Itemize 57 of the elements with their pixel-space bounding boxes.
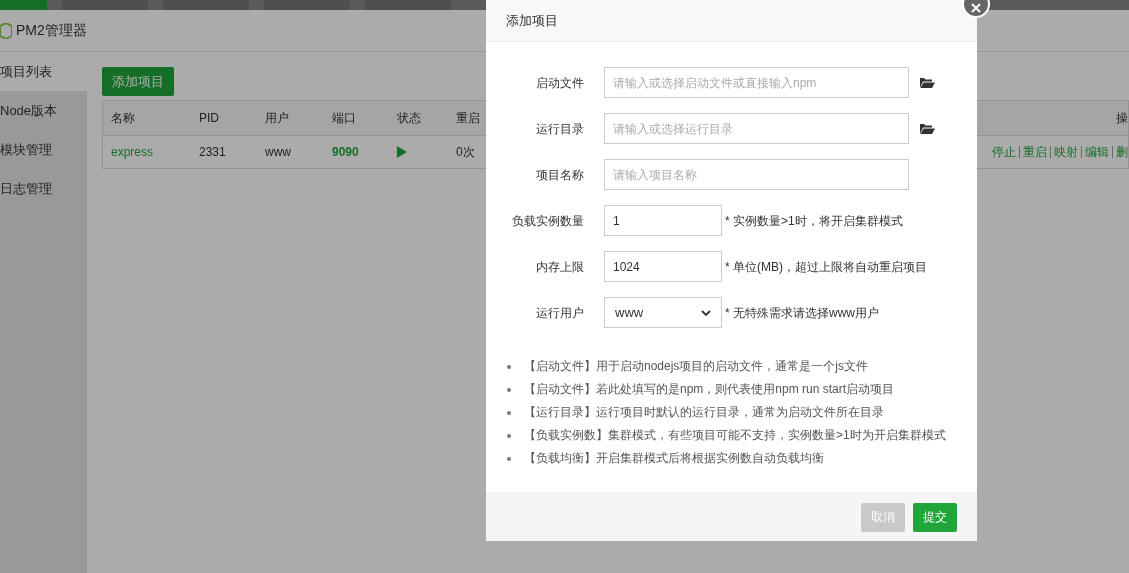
note-text: 【启动文件】用于启动nodejs项目的启动文件，通常是一个js文件	[524, 358, 869, 375]
input-field[interactable]: 请输入或选择运行目录	[604, 113, 909, 144]
field-hint: * 无特殊需求请选择www用户	[725, 304, 879, 322]
field-hint: * 单位(MB)，超过上限将自动重启项目	[725, 258, 927, 276]
tab-stub[interactable]	[62, 0, 148, 10]
folder-icon[interactable]	[919, 76, 935, 89]
submit-button[interactable]: 提交	[913, 502, 957, 532]
field-label: 启动文件	[535, 74, 584, 92]
add-project-button[interactable]: 添加项目	[102, 67, 174, 96]
column-header: PID	[199, 110, 220, 127]
column-header: 名称	[111, 110, 136, 127]
dialog-title: 添加项目	[506, 11, 558, 30]
user-select[interactable]: www	[604, 297, 722, 328]
note-text: 【运行目录】运行项目时默认的运行目录，通常为启动文件所在目录	[524, 404, 884, 421]
input-field[interactable]: 请输入项目名称	[604, 159, 909, 190]
tab-stub[interactable]	[0, 0, 47, 10]
app-title: PM2管理器	[16, 21, 87, 40]
column-header: 重启	[456, 110, 481, 127]
column-header: 操	[1116, 110, 1128, 127]
input-field[interactable]: 1	[604, 205, 722, 236]
field-label: 运行用户	[535, 304, 584, 322]
column-header: 用户	[265, 110, 290, 127]
bullet-icon	[507, 387, 511, 392]
table-cell-text: 0次	[456, 144, 476, 161]
bullet-icon	[507, 433, 511, 438]
folder-icon[interactable]	[919, 122, 935, 135]
column-header: 端口	[332, 110, 357, 127]
close-icon	[971, 3, 981, 13]
field-label: 运行目录	[535, 120, 584, 138]
bullet-icon	[507, 456, 511, 461]
field-label: 负载实例数量	[511, 212, 584, 230]
hexagon-logo-icon	[0, 22, 12, 39]
column-header: 状态	[397, 110, 422, 127]
tab-stub[interactable]	[163, 0, 249, 10]
chevron-down-icon	[701, 309, 711, 316]
bullet-icon	[507, 364, 511, 369]
table-cell-text: 9090	[332, 144, 360, 161]
bullet-icon	[507, 410, 511, 415]
action-link[interactable]: 重启	[1023, 143, 1047, 161]
table-cell-text: www	[265, 144, 292, 161]
action-link[interactable]: 停止	[992, 143, 1016, 161]
action-link[interactable]: 映射	[1054, 143, 1078, 161]
tab-stub[interactable]	[264, 0, 350, 10]
note-text: 【负载均衡】开启集群模式后将根据实例数自动负载均衡	[524, 450, 824, 467]
action-link[interactable]: 编辑	[1085, 143, 1109, 161]
table-cell-text: 2331	[199, 144, 227, 161]
note-text: 【负载实例数】集群模式，有些项目可能不支持，实例数量>1时为开启集群模式	[524, 427, 946, 444]
input-field[interactable]: 请输入或选择启动文件或直接输入npm	[604, 67, 909, 98]
field-label: 内存上限	[535, 258, 584, 276]
tab-stub[interactable]	[365, 0, 451, 10]
field-hint: * 实例数量>1时，将开启集群模式	[725, 212, 903, 230]
sidebar-item[interactable]: 项目列表	[0, 52, 87, 91]
note-text: 【启动文件】若此处填写的是npm，则代表使用npm run start启动项目	[524, 381, 895, 398]
table-cell[interactable]: express	[111, 143, 199, 161]
field-label: 项目名称	[535, 166, 584, 184]
action-link[interactable]: 删	[1116, 143, 1128, 161]
input-field[interactable]: 1024	[604, 251, 722, 282]
